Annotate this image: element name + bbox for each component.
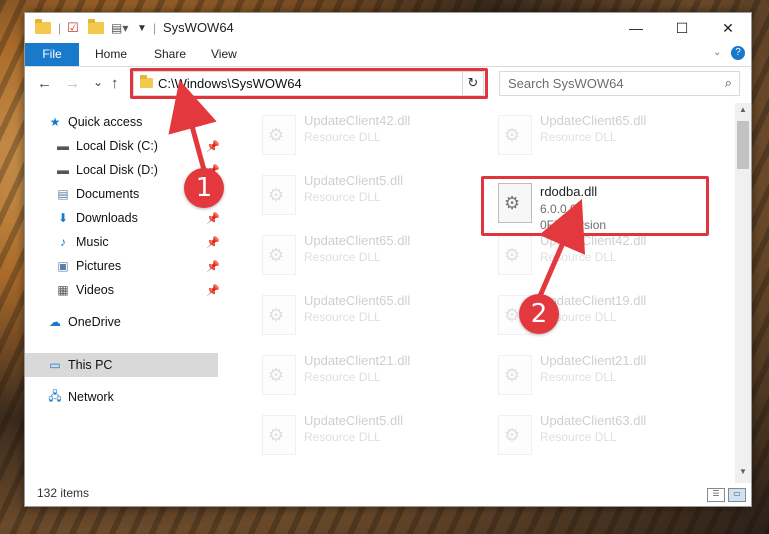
callout-two: 2 xyxy=(519,294,559,334)
annotation-arrows xyxy=(168,79,586,297)
arrow-to-address-bar xyxy=(168,79,217,171)
callout-one: 1 xyxy=(184,168,224,208)
arrow-to-file xyxy=(537,199,586,297)
